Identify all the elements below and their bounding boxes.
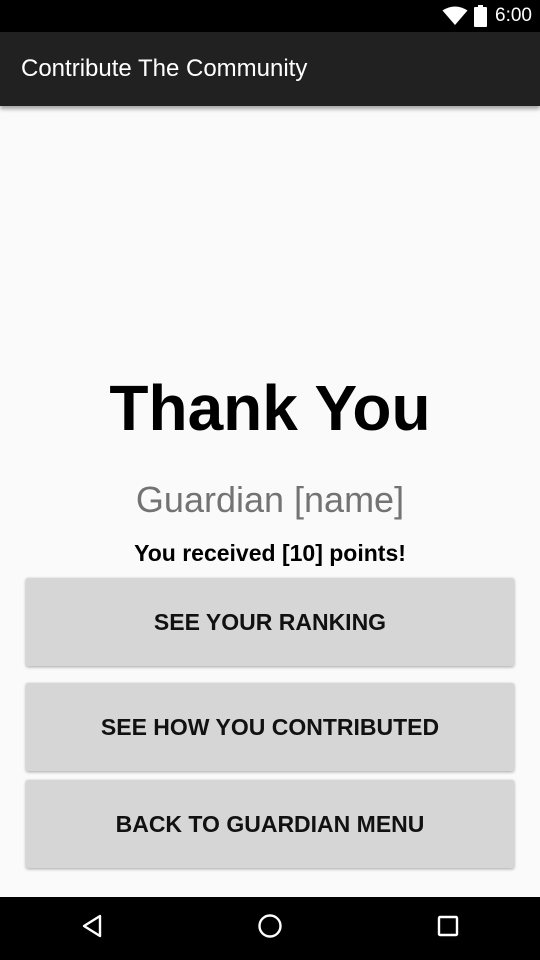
guardian-name: Guardian [name] — [135, 479, 405, 520]
status-time: 6:00 — [495, 5, 532, 26]
home-icon — [257, 913, 283, 944]
app-bar: Contribute The Community — [0, 32, 540, 106]
recents-icon — [437, 915, 459, 942]
navigation-bar — [0, 897, 540, 960]
thank-you-heading: Thank You — [109, 372, 431, 444]
battery-icon — [474, 5, 488, 27]
app-title: Contribute The Community — [21, 55, 308, 82]
home-button[interactable] — [225, 897, 315, 960]
status-bar: 6:00 — [0, 0, 540, 32]
status-icons: 6:00 — [442, 0, 532, 32]
see-ranking-button[interactable]: SEE YOUR RANKING — [26, 578, 514, 666]
back-button[interactable] — [47, 897, 137, 960]
wifi-icon — [442, 6, 468, 26]
recents-button[interactable] — [403, 897, 493, 960]
back-to-menu-button[interactable]: BACK TO GUARDIAN MENU — [26, 780, 514, 868]
back-icon — [81, 914, 103, 943]
points-message: You received [10] points! — [134, 540, 406, 566]
see-contribution-button[interactable]: SEE HOW YOU CONTRIBUTED — [26, 683, 514, 771]
